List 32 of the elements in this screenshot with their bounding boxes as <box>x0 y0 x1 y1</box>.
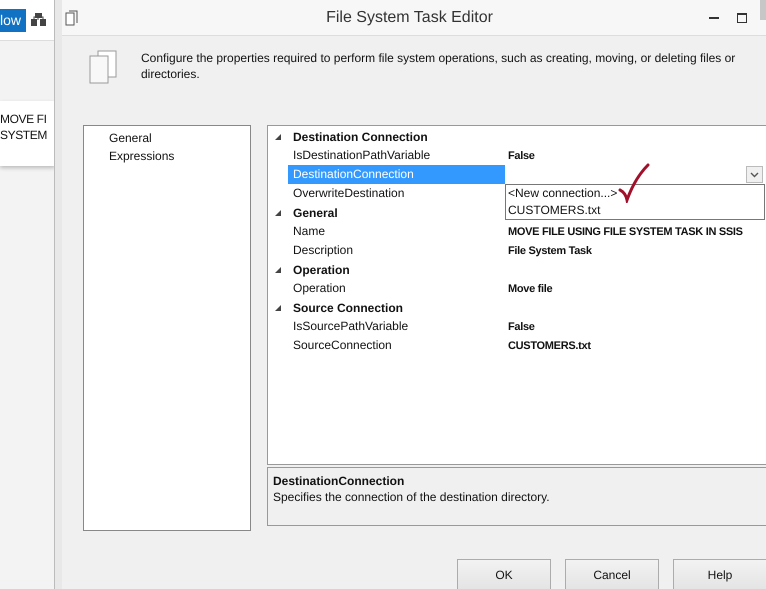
toolbar-button[interactable]: low <box>0 8 26 32</box>
task-label: MOVE FI <box>0 111 48 127</box>
description-text: Configure the properties required to perform file system operations, such as creating, moving, or deleting files or directories. <box>141 50 736 82</box>
property-name[interactable]: Operation <box>288 279 505 298</box>
window-title: File System Task Editor <box>325 8 494 26</box>
property-name[interactable]: Description <box>288 241 505 260</box>
dropdown-option[interactable]: CUSTOMERS.txt <box>506 202 764 219</box>
dialog-button[interactable]: OK <box>457 559 551 589</box>
dialog-button[interactable]: Cancel <box>565 559 659 589</box>
category-label: Destination Connection <box>292 130 428 144</box>
property-name[interactable]: IsDestinationPathVariable <box>288 146 505 165</box>
category-label: Operation <box>292 262 350 276</box>
category-label: General <box>292 206 338 220</box>
help-title: DestinationConnection <box>273 473 406 489</box>
property-value: File System Task <box>508 244 592 256</box>
help-text: Specifies the connection of the destination directory. <box>273 489 551 505</box>
property-name[interactable]: Name <box>288 222 505 241</box>
property-name[interactable]: IsSourcePathVariable <box>288 317 505 336</box>
property-name[interactable]: SourceConnection <box>288 336 505 355</box>
task-label: SYSTEM <box>0 127 48 143</box>
dialog-button[interactable]: Help <box>673 559 766 589</box>
page-item[interactable]: Expressions <box>84 147 250 165</box>
task-box[interactable]: MOVE FI SYSTEM <box>0 101 55 166</box>
dropdown-option[interactable]: <New connection...> <box>506 185 764 202</box>
page-item[interactable]: General <box>84 129 250 147</box>
property-value: False <box>508 320 535 332</box>
property-value: CUSTOMERS.txt <box>508 340 591 352</box>
category-label: Source Connection <box>292 300 404 314</box>
property-value: False <box>508 150 535 162</box>
property-value: Move file <box>508 282 552 294</box>
property-name[interactable]: OverwriteDestination <box>288 184 505 203</box>
property-value: MOVE FILE USING FILE SYSTEM TASK IN SSIS <box>508 226 743 238</box>
